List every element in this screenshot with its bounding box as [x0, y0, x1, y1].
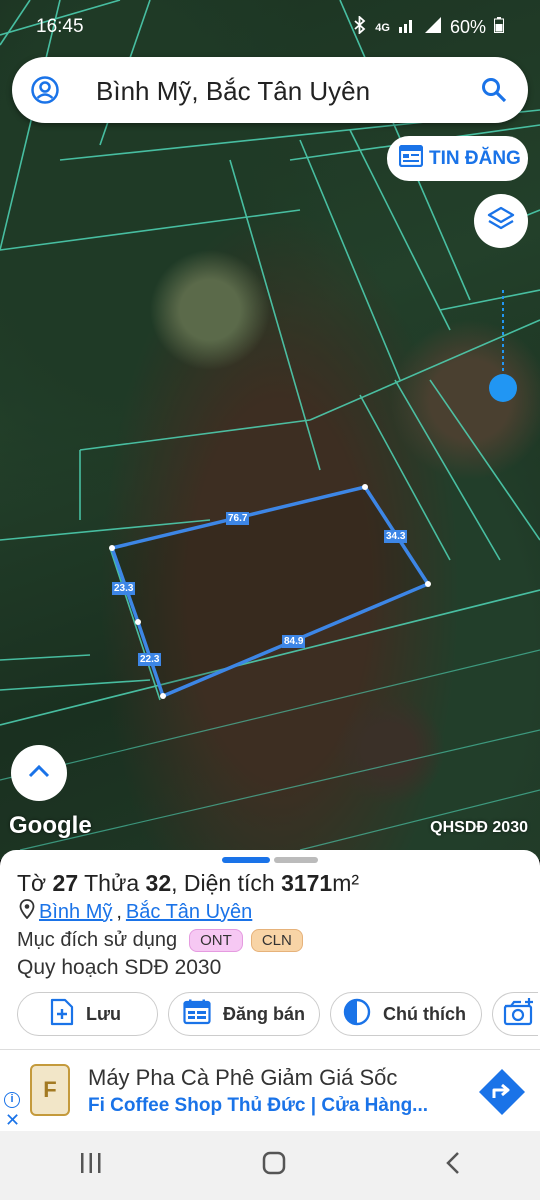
- chevron-up-icon: [28, 764, 50, 783]
- my-location-dot: [489, 374, 517, 402]
- add-photo-icon: [503, 997, 535, 1031]
- layers-icon: [487, 205, 515, 238]
- battery-icon: [494, 17, 504, 38]
- sell-button[interactable]: Đăng bán: [168, 992, 320, 1036]
- sheet-page-indicator: [274, 857, 318, 863]
- status-time: 16:45: [36, 16, 84, 37]
- ad-close-icon[interactable]: ✕: [5, 1110, 20, 1131]
- edge-length-label: 84.9: [282, 635, 306, 648]
- tin-dang-button[interactable]: TIN ĐĂNG: [387, 136, 528, 181]
- edge-length-label: 76.7: [226, 512, 250, 525]
- cadastral-lines: [0, 0, 540, 851]
- back-icon[interactable]: [445, 1151, 461, 1180]
- home-icon[interactable]: [262, 1151, 286, 1180]
- calendar-icon: [183, 999, 211, 1030]
- edge-length-label: 22.3: [138, 653, 162, 666]
- cell-signal-icon: [424, 17, 442, 38]
- network-type: 4G: [375, 21, 390, 34]
- battery-percent: 60%: [449, 17, 486, 37]
- ad-banner[interactable]: F Máy Pha Cà Phê Giảm Giá Sốc Fi Coffee …: [0, 1049, 540, 1131]
- parcel-info-sheet[interactable]: Tờ 27 Thửa 32, Diện tích 3171m² Bình Mỹ,…: [0, 850, 540, 1050]
- tin-dang-label: TIN ĐĂNG: [429, 147, 521, 169]
- directions-icon[interactable]: [478, 1068, 526, 1121]
- advertiser-logo: F: [30, 1064, 70, 1116]
- account-icon[interactable]: [30, 75, 60, 110]
- parcel-summary: Tờ 27 Thửa 32, Diện tích 3171m²: [17, 870, 360, 896]
- edge-length-label: 34.3: [384, 530, 408, 543]
- search-location-text[interactable]: Bình Mỹ, Bắc Tân Uyên: [96, 76, 370, 107]
- parcel-address: Bình Mỹ, Bắc Tân Uyên: [19, 899, 252, 925]
- search-icon[interactable]: [480, 76, 508, 109]
- add-file-icon: [50, 998, 74, 1031]
- recent-apps-icon[interactable]: [79, 1152, 103, 1179]
- map-layer-name: QHSDĐ 2030: [430, 819, 528, 836]
- contrast-icon: [343, 998, 371, 1031]
- district-link[interactable]: Bắc Tân Uyên: [126, 901, 252, 924]
- land-use-badge[interactable]: CLN: [250, 929, 303, 952]
- land-use-row: Mục đích sử dụng ONT CLN: [17, 929, 303, 952]
- status-bar: 16:45 4G 60%: [0, 0, 540, 52]
- edge-length-label: 23.3: [112, 582, 136, 595]
- ad-info-icon[interactable]: i: [4, 1092, 20, 1108]
- parcel-number: 32: [145, 870, 172, 896]
- sheet-page-indicator: [222, 857, 270, 863]
- legend-label: Chú thích: [383, 1003, 466, 1024]
- parcel-area: 3171: [281, 870, 333, 896]
- action-buttons: Lưu Đăng bán Chú thích: [17, 992, 538, 1036]
- legend-button[interactable]: Chú thích: [330, 992, 482, 1036]
- ad-subtitle[interactable]: Fi Coffee Shop Thủ Đức | Cửa Hàng...: [88, 1095, 428, 1117]
- camera-button[interactable]: [492, 992, 538, 1036]
- listing-icon: [398, 144, 424, 173]
- sell-label: Đăng bán: [223, 1003, 306, 1024]
- ad-title[interactable]: Máy Pha Cà Phê Giảm Giá Sốc: [88, 1065, 397, 1091]
- save-label: Lưu: [86, 1003, 122, 1024]
- map-sheet-number: 27: [52, 870, 79, 896]
- land-use-badge[interactable]: ONT: [189, 929, 243, 952]
- layers-button[interactable]: [474, 194, 528, 248]
- satellite-map[interactable]: 76.7 34.3 23.3 22.3 84.9 Google QHSDĐ 20…: [0, 0, 540, 860]
- commune-link[interactable]: Bình Mỹ: [39, 901, 112, 924]
- google-logo: Google: [9, 812, 92, 839]
- expand-up-button[interactable]: [11, 745, 67, 801]
- planning-title: Quy hoạch SDĐ 2030: [17, 956, 222, 979]
- search-bar[interactable]: Bình Mỹ, Bắc Tân Uyên: [12, 57, 528, 123]
- save-button[interactable]: Lưu: [17, 992, 158, 1036]
- wifi-signal-icon: [398, 17, 416, 38]
- system-nav-bar: [0, 1131, 540, 1200]
- land-use-label: Mục đích sử dụng: [17, 929, 178, 951]
- bluetooth-icon: [353, 14, 367, 39]
- location-pin-icon: [19, 899, 35, 925]
